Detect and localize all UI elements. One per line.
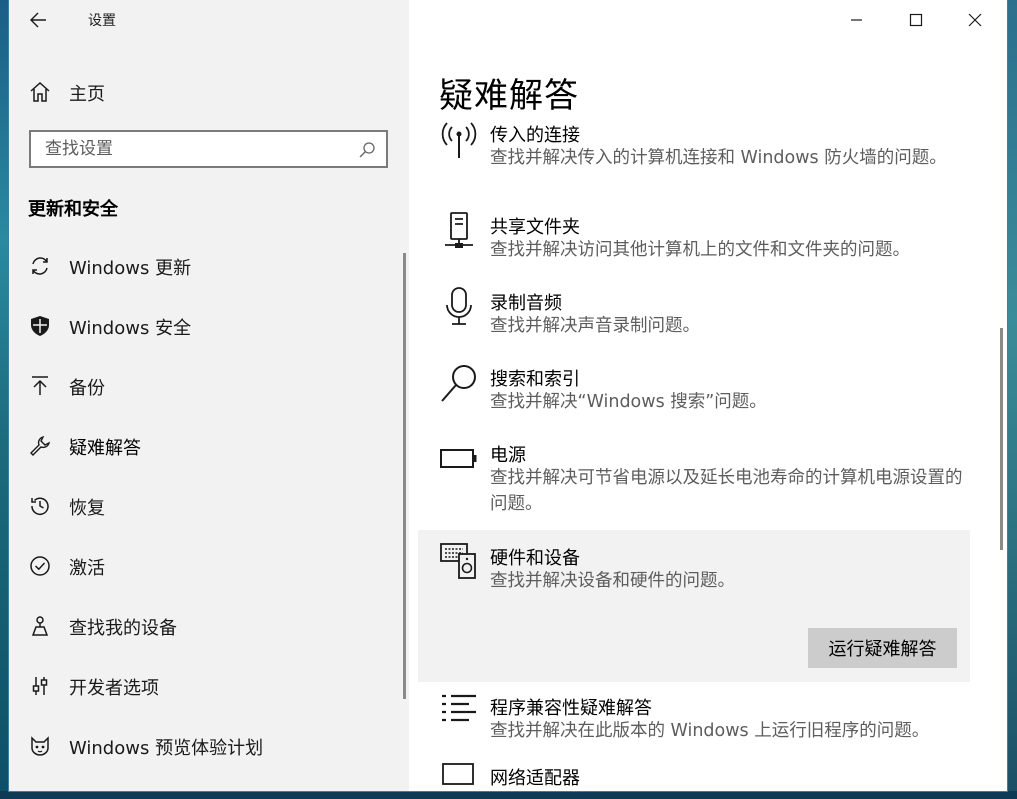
- troubleshooter-title: 传入的连接: [490, 125, 580, 146]
- nav-item-label: 备份: [69, 378, 105, 399]
- troubleshooter-title: 共享文件夹: [490, 217, 580, 238]
- troubleshooter-description: 查找并解决设备和硬件的问题。: [490, 571, 735, 591]
- close-icon: [968, 13, 982, 27]
- troubleshooter-shared-folders[interactable]: 共享文件夹 查找并解决访问其他计算机上的文件和文件夹的问题。: [427, 200, 979, 277]
- sliders-icon: [32, 677, 48, 695]
- back-arrow-icon: [30, 12, 46, 28]
- wrench-icon: [30, 435, 51, 456]
- troubleshooter-description: 查找并解决“Windows 搜索”问题。: [490, 392, 767, 412]
- troubleshooter-title: 搜索和索引: [490, 369, 580, 390]
- settings-window: 设置 主页 更新和安全 Windows 更新: [9, 0, 1007, 791]
- nav-item-windows-update[interactable]: Windows 更新: [9, 236, 409, 296]
- navigation-pane: 设置 主页 更新和安全 Windows 更新: [9, 0, 409, 791]
- person-pin-icon: [31, 616, 49, 636]
- search-input[interactable]: [31, 132, 365, 166]
- check-circle-icon: [30, 556, 50, 576]
- troubleshooter-incoming-connections[interactable]: 传入的连接 查找并解决传入的计算机连接和 Windows 防火墙的问题。: [427, 110, 979, 200]
- desktop-background-bottom: [0, 791, 1017, 799]
- refresh-icon: [32, 257, 48, 275]
- nav-item-find-my-device[interactable]: 查找我的设备: [9, 596, 409, 656]
- nav-list: Windows 更新 Windows 安全 备份 疑难解答 恢复 激活 查找我的…: [9, 236, 409, 776]
- close-button[interactable]: [945, 0, 1003, 40]
- window-title: 设置: [88, 13, 116, 29]
- troubleshooter-title: 电源: [490, 445, 526, 466]
- shield-icon: [31, 316, 49, 336]
- nav-item-label: Windows 更新: [69, 258, 192, 279]
- nav-item-recovery[interactable]: 恢复: [9, 476, 409, 536]
- troubleshooter-hardware-devices[interactable]: 硬件和设备 查找并解决设备和硬件的问题。 运行疑难解答: [418, 530, 970, 682]
- magnifier-icon: [441, 365, 476, 402]
- nav-item-troubleshoot[interactable]: 疑难解答: [9, 416, 409, 476]
- minimize-icon: [851, 19, 862, 21]
- section-heading: 更新和安全: [28, 199, 118, 220]
- troubleshooter-network-adapter[interactable]: 网络适配器: [427, 752, 979, 791]
- nav-item-windows-security[interactable]: Windows 安全: [9, 296, 409, 356]
- search-icon: [359, 142, 375, 158]
- troubleshooter-title: 程序兼容性疑难解答: [490, 698, 652, 719]
- history-icon: [31, 497, 49, 515]
- home-label: 主页: [69, 84, 105, 105]
- window-caption-buttons: [827, 0, 1007, 40]
- cat-face-icon: [31, 736, 49, 756]
- back-button[interactable]: [24, 7, 54, 33]
- troubleshooter-description: 查找并解决传入的计算机连接和 Windows 防火墙的问题。: [490, 148, 947, 168]
- troubleshooter-title: 硬件和设备: [490, 548, 580, 569]
- upload-arrow-icon: [32, 376, 48, 395]
- antenna-icon: [441, 122, 477, 158]
- troubleshooter-description: 查找并解决访问其他计算机上的文件和文件夹的问题。: [490, 240, 910, 260]
- home-nav-item[interactable]: 主页: [9, 68, 409, 114]
- desktop-background-left: [0, 0, 9, 799]
- troubleshooter-power[interactable]: 电源 查找并解决可节省电源以及延长电池寿命的计算机电源设置的问题。: [427, 429, 979, 530]
- troubleshooter-recording-audio[interactable]: 录制音频 查找并解决声音录制问题。: [427, 277, 979, 353]
- nav-item-label: Windows 预览体验计划: [69, 738, 264, 759]
- nav-item-insider-program[interactable]: Windows 预览体验计划: [9, 716, 409, 776]
- nav-scrollbar[interactable]: [403, 253, 406, 699]
- troubleshooter-description: 查找并解决声音录制问题。: [490, 316, 700, 336]
- content-scrollbar[interactable]: [1000, 328, 1003, 550]
- nav-item-backup[interactable]: 备份: [9, 356, 409, 416]
- troubleshooter-description: 查找并解决在此版本的 Windows 上运行旧程序的问题。: [490, 721, 930, 741]
- network-folder-icon: [445, 212, 473, 248]
- troubleshooter-description: 查找并解决可节省电源以及延长电池寿命的计算机电源设置的问题。: [490, 468, 963, 514]
- troubleshooter-list: 传入的连接 查找并解决传入的计算机连接和 Windows 防火墙的问题。 共享文…: [418, 110, 979, 791]
- nav-item-label: 查找我的设备: [69, 618, 177, 639]
- search-box[interactable]: [29, 130, 388, 168]
- nav-item-label: 恢复: [69, 498, 105, 519]
- troubleshooter-title: 网络适配器: [490, 768, 580, 789]
- microphone-icon: [446, 287, 472, 325]
- nav-item-label: 开发者选项: [69, 678, 159, 699]
- hardware-icon: [440, 543, 476, 579]
- network-adapter-icon: [442, 763, 474, 785]
- nav-item-developer-options[interactable]: 开发者选项: [9, 656, 409, 716]
- content-pane: 疑难解答 传入的连接 查找并解决传入的计算机连接和 Windows 防火墙的问题…: [409, 0, 1007, 791]
- nav-item-activation[interactable]: 激活: [9, 536, 409, 596]
- nav-item-label: 激活: [69, 558, 105, 579]
- nav-item-label: Windows 安全: [69, 318, 192, 339]
- list-icon: [442, 694, 476, 722]
- title-bar: 设置: [9, 0, 409, 40]
- nav-item-label: 疑难解答: [69, 438, 141, 459]
- maximize-button[interactable]: [887, 0, 945, 40]
- run-troubleshooter-button[interactable]: 运行疑难解答: [808, 628, 957, 668]
- troubleshooter-search-indexing[interactable]: 搜索和索引 查找并解决“Windows 搜索”问题。: [427, 353, 979, 429]
- home-icon: [30, 81, 50, 102]
- troubleshooter-title: 录制音频: [490, 293, 562, 314]
- minimize-button[interactable]: [827, 0, 885, 40]
- battery-icon: [440, 449, 477, 468]
- desktop-background-right: [1007, 0, 1017, 799]
- troubleshooter-program-compatibility[interactable]: 程序兼容性疑难解答 查找并解决在此版本的 Windows 上运行旧程序的问题。: [427, 682, 979, 752]
- maximize-icon: [909, 13, 923, 27]
